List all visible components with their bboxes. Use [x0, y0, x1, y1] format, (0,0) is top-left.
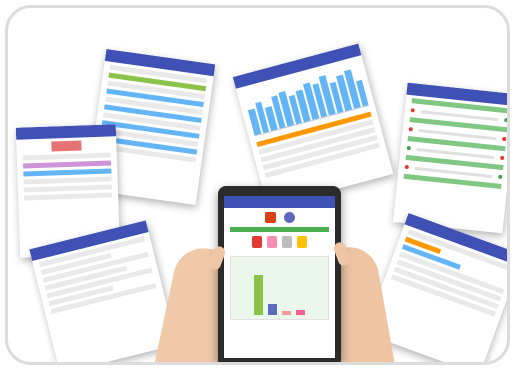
- seal-logo: [283, 212, 295, 223]
- stat-tile-gray: [282, 236, 292, 248]
- emblem-logo: [264, 212, 276, 223]
- tablet-chart-bar: [254, 275, 263, 315]
- tablet-chart-bar: [282, 311, 291, 315]
- tablet-chart-bar: [268, 304, 277, 315]
- stat-tile-red: [252, 236, 262, 248]
- stat-tile-pink: [267, 236, 277, 248]
- stat-tile-yellow: [297, 236, 307, 248]
- app-screenshot-status-list: [392, 82, 507, 234]
- app-bar: [224, 196, 335, 208]
- app-screenshot-bar-chart: [232, 43, 394, 208]
- tablet-chart-bar: [296, 310, 305, 315]
- rounded-frame: [5, 5, 510, 365]
- tablet-bar-chart: [230, 256, 329, 320]
- status-banner: [230, 227, 329, 232]
- tablet-device: [218, 186, 341, 362]
- tablet-screen: [224, 196, 335, 358]
